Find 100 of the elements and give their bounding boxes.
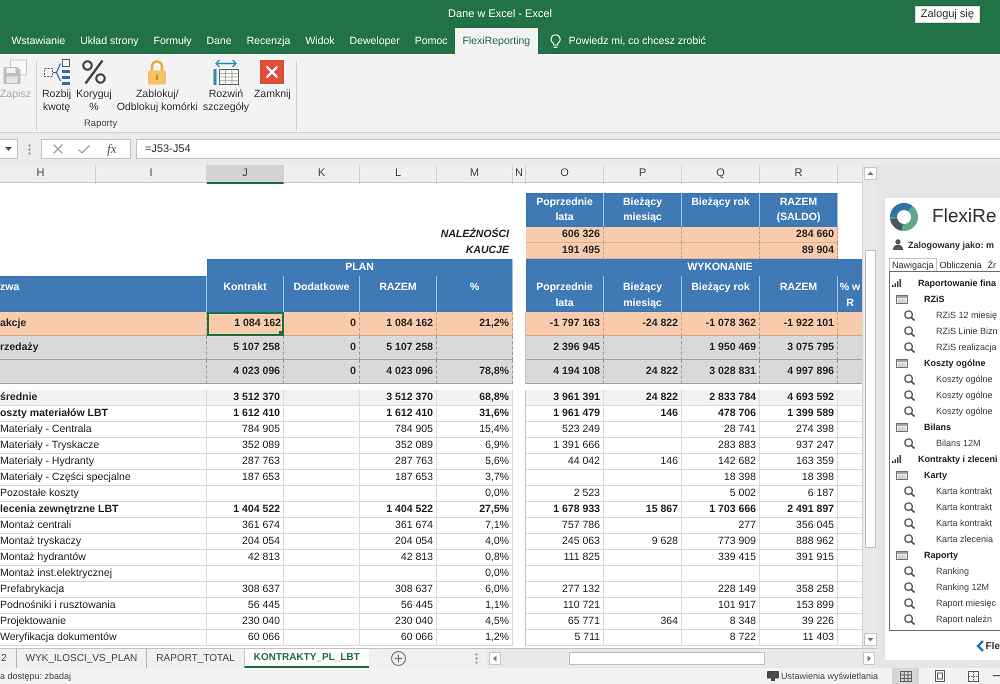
cancel-icon[interactable] <box>53 144 64 154</box>
lock-button[interactable]: Zablokuj/ Odblokuj komórki <box>114 59 200 114</box>
table-cell: 15,4% <box>437 422 513 438</box>
split-icon <box>44 59 70 85</box>
horizontal-scrollbar[interactable] <box>487 649 877 668</box>
table-cell: 18 398 <box>682 470 760 486</box>
tree-item[interactable]: Karta kontrakt <box>936 502 992 512</box>
table-cell: 142 682 <box>682 454 760 470</box>
ribbon-tab[interactable]: Pomoc <box>407 28 455 54</box>
search-icon <box>904 566 915 576</box>
sign-in-button[interactable]: Zaloguj się <box>914 6 980 22</box>
table-cell: 352 089 <box>360 438 437 454</box>
tree-item[interactable]: Karta kontrakt <box>936 518 992 528</box>
tree-item[interactable]: RZiS Linie Bizn <box>936 326 998 336</box>
check-icon[interactable] <box>78 144 90 154</box>
scrollbar-thumb[interactable] <box>864 250 876 548</box>
vertical-scrollbar[interactable] <box>862 165 877 648</box>
accessibility-status[interactable]: a dostępu: zbadaj <box>0 671 72 681</box>
grid-icon <box>900 670 912 682</box>
column-letter[interactable]: Q <box>682 165 760 184</box>
tree-item[interactable]: Karta zlecenia <box>936 534 994 544</box>
table-cell: 24 822 <box>604 360 682 384</box>
column-letter[interactable]: M <box>437 165 513 184</box>
table-cell: 8 348 <box>682 614 760 630</box>
sheet-tab[interactable]: KONTRAKTY_PL_LBT <box>244 649 369 668</box>
column-letter[interactable]: L <box>360 165 437 184</box>
sheet-tab[interactable]: 2 <box>0 649 16 668</box>
table-cell: 42 813 <box>360 550 437 566</box>
display-settings-button[interactable]: Ustawienia wyświetlania <box>766 671 878 681</box>
tree-item[interactable]: RZiS <box>924 294 945 304</box>
tree-item[interactable]: Koszty ogólne <box>936 406 993 416</box>
tree-item[interactable]: RZiS 12 miesię <box>936 310 998 320</box>
column-letter[interactable]: K <box>284 165 360 184</box>
column-letter[interactable]: N <box>513 165 526 184</box>
table-cell: 784 905 <box>207 422 284 438</box>
table-cell: 101 917 <box>682 598 760 614</box>
tree-item[interactable]: Raportowanie fina <box>918 278 996 288</box>
logo-text: Fle <box>986 640 1000 652</box>
ribbon-tab[interactable]: Widok <box>298 28 342 54</box>
tree-item[interactable]: Ranking <box>936 566 970 576</box>
close-button[interactable]: Zamknij <box>252 59 293 114</box>
table-cell: Materiały - Tryskacze <box>0 438 207 454</box>
search-icon <box>904 342 915 352</box>
column-letter[interactable]: J <box>207 165 284 184</box>
panel-tab[interactable]: Nawigacja <box>889 258 937 271</box>
percent-button[interactable]: Koryguj % <box>74 59 114 114</box>
tree-item[interactable]: Koszty ogólne <box>936 390 993 400</box>
name-box[interactable] <box>0 139 18 159</box>
tree-item[interactable]: Koszty ogólne <box>936 374 993 384</box>
column-letter[interactable]: H <box>0 165 96 184</box>
vertical-dots-icon <box>28 144 31 154</box>
panel-tab[interactable]: Obliczenia <box>936 258 985 271</box>
table-cell: 0,0% <box>437 486 513 502</box>
table-cell: 5 002 <box>682 486 760 502</box>
column-letter[interactable]: O <box>526 165 604 184</box>
ribbon-tab[interactable]: Dane <box>198 28 240 54</box>
column-letter[interactable]: P <box>604 165 682 184</box>
tree-item[interactable]: Ranking 12M <box>936 582 990 592</box>
table-header-cell: Bieżący miesiąc <box>604 193 682 227</box>
table-cell: Materiały - Hydranty <box>0 454 207 470</box>
scrollbar-thumb[interactable] <box>569 652 765 665</box>
tree-item[interactable]: Raport miesięc <box>936 598 996 608</box>
tree-item[interactable]: RZiS realizacja <box>936 342 997 352</box>
table-cell: oszty materiałów LBT <box>0 406 207 422</box>
table-header-cell: zwa <box>0 276 207 312</box>
minus-icon[interactable] <box>993 675 1000 677</box>
ribbon-tab[interactable]: Deweloper <box>342 28 408 54</box>
add-sheet-button[interactable] <box>390 649 406 668</box>
column-letter[interactable]: R <box>760 165 838 184</box>
formula-field[interactable]: =J53-J54 <box>136 139 1000 159</box>
normal-view-button[interactable] <box>892 668 919 684</box>
tree-item[interactable]: Karty <box>924 470 948 480</box>
tree-item[interactable]: Raport należn <box>936 614 992 624</box>
table-header-cell: RAZEM <box>760 276 838 312</box>
tree-item[interactable]: Karta kontrakt <box>936 486 992 496</box>
tree-item[interactable]: Koszty ogólne <box>924 358 986 368</box>
search-icon <box>904 582 915 592</box>
ribbon-tab[interactable]: Recenzja <box>239 28 298 54</box>
table-cell: 1 404 522 <box>207 502 284 518</box>
table-cell: 6,9% <box>437 438 513 454</box>
table-header-cell: % w R <box>838 276 862 312</box>
expand-details-button[interactable]: Rozwiń szczegóły <box>200 59 251 114</box>
app-title: FlexiRe <box>932 206 996 228</box>
tell-me-field[interactable]: Powiedz mi, co chcesz zrobić <box>568 33 719 49</box>
insert-function-button[interactable]: fx <box>105 141 119 157</box>
ribbon-tab[interactable]: Wstawianie <box>4 28 73 54</box>
tree-item[interactable]: Kontrakty i zleceni <box>918 454 998 464</box>
ribbon-tab[interactable]: Układ strony <box>72 28 146 54</box>
table-cell: 364 <box>604 614 682 630</box>
table-cell: 153 899 <box>760 598 838 614</box>
tree-item[interactable]: Raporty <box>924 550 958 560</box>
table-cell: 478 706 <box>682 406 760 422</box>
tree-item[interactable]: Bilans 12M <box>936 438 981 448</box>
ribbon-tab[interactable]: FlexiReporting <box>454 28 538 54</box>
ribbon-tab[interactable]: Formuły <box>146 28 199 54</box>
table-cell: 274 398 <box>760 422 838 438</box>
tree-item[interactable]: Bilans <box>924 422 952 432</box>
panel-tab[interactable]: Źr <box>984 258 1000 271</box>
table-cell: 284 660 <box>760 227 838 243</box>
split-amount-button[interactable]: Rozbij kwotę <box>40 59 74 114</box>
